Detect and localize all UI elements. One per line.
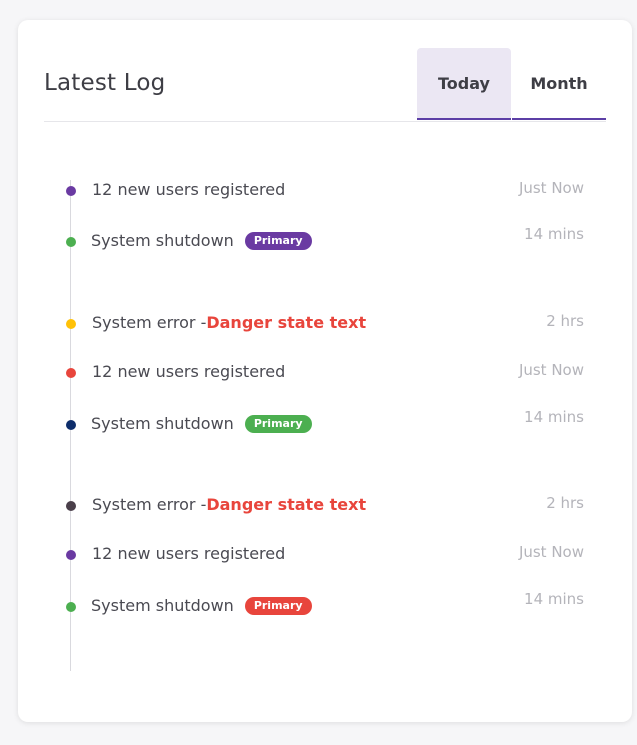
log-message: 12 new users registered xyxy=(92,544,285,563)
log-message: System shutdown Primary xyxy=(91,414,312,433)
log-message-text: 12 new users registered xyxy=(92,180,286,199)
log-item: System shutdown Primary 14 mins xyxy=(18,225,632,255)
log-time: Just Now xyxy=(518,179,584,197)
log-message: System shutdown Primary xyxy=(91,231,312,250)
log-time: 14 mins xyxy=(524,225,584,243)
log-item: 12 new users registered Just Now xyxy=(18,176,632,204)
timeline-dot xyxy=(66,237,76,247)
danger-text: Danger state text xyxy=(206,495,367,514)
log-message-text: 12 new users registered xyxy=(92,362,286,381)
log-item: 12 new users registered Just Now xyxy=(18,540,632,568)
log-item: 12 new users registered Just Now xyxy=(18,358,632,386)
log-message: System error - Danger state text xyxy=(92,313,366,332)
log-message: 12 new users registered xyxy=(92,180,285,199)
log-message-text: System shutdown xyxy=(91,414,234,433)
status-badge: Primary xyxy=(244,231,312,250)
latest-log-card: Latest Log Today Month 12 new users regi… xyxy=(18,20,632,722)
log-time: 2 hrs xyxy=(546,494,584,512)
status-badge: Primary xyxy=(244,414,312,433)
log-item: System shutdown Primary 14 mins xyxy=(18,590,632,620)
timeline-dot xyxy=(66,602,76,612)
status-badge: Primary xyxy=(244,596,312,615)
log-message-text: 12 new users registered xyxy=(92,544,286,563)
log-message-text: System shutdown xyxy=(91,231,234,250)
log-message-text: System shutdown xyxy=(91,596,234,615)
log-timeline: 12 new users registered Just Now System … xyxy=(18,20,632,722)
log-time: 14 mins xyxy=(524,408,584,426)
timeline-dot xyxy=(66,550,76,560)
log-item: System error - Danger state text 2 hrs xyxy=(18,491,632,519)
log-time: 2 hrs xyxy=(546,312,584,330)
log-time: 14 mins xyxy=(524,590,584,608)
log-message-text: System error - xyxy=(92,313,207,332)
timeline-dot xyxy=(66,501,76,511)
log-time: Just Now xyxy=(518,543,584,561)
log-item: System error - Danger state text 2 hrs xyxy=(18,309,632,337)
log-message: 12 new users registered xyxy=(92,362,285,381)
timeline-dot xyxy=(66,368,76,378)
log-message: System error - Danger state text xyxy=(92,495,366,514)
log-item: System shutdown Primary 14 mins xyxy=(18,408,632,438)
log-message-text: System error - xyxy=(92,495,207,514)
timeline-dot xyxy=(66,319,76,329)
timeline-dot xyxy=(66,186,76,196)
timeline-dot xyxy=(66,420,76,430)
danger-text: Danger state text xyxy=(206,313,367,332)
log-time: Just Now xyxy=(518,361,584,379)
log-message: System shutdown Primary xyxy=(91,596,312,615)
